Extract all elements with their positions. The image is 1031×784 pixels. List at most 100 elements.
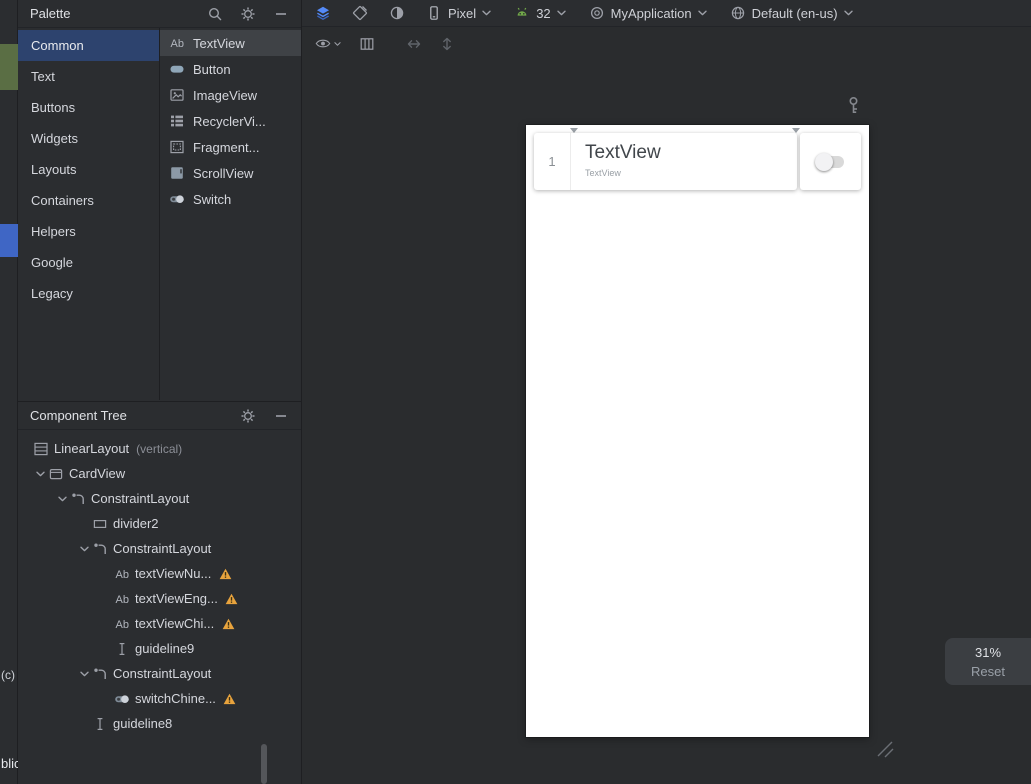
tree-node-constraintlayout[interactable]: ConstraintLayout (18, 661, 301, 686)
textview-icon: Ab (114, 616, 130, 632)
code-fragment: blic (1, 756, 19, 771)
design-main-toolbar: Pixel 32 MyApplication Default (en-us) (302, 0, 1031, 27)
palette-component-switch[interactable]: Switch (160, 186, 301, 212)
palette-title: Palette (30, 6, 71, 21)
tree-node-divider2[interactable]: divider2 (18, 511, 301, 536)
tree-node-guideline8[interactable]: guideline8 (18, 711, 301, 736)
switch-toggle[interactable] (814, 152, 847, 171)
api-level-selector[interactable]: 32 (514, 5, 566, 21)
palette-category-legacy[interactable]: Legacy (18, 278, 159, 309)
tree-node-label: textViewEng... (135, 591, 218, 606)
component-tree-header: Component Tree (18, 402, 301, 430)
android-icon (514, 5, 530, 21)
tree-node-switchchine[interactable]: switchChine... (18, 686, 301, 711)
imageview-icon (169, 87, 185, 103)
blueprint-mode-icon[interactable] (352, 5, 368, 21)
svg-text:Ab: Ab (116, 594, 129, 606)
chevron-down-icon[interactable] (77, 666, 92, 682)
theme-mode-icon[interactable] (389, 5, 405, 21)
locale-selector[interactable]: Default (en-us) (730, 5, 853, 21)
preview-textview-title[interactable]: TextView (585, 142, 661, 164)
swap-horizontal-icon (406, 36, 422, 52)
design-mode-icon[interactable] (315, 5, 331, 21)
editor-left-strip: (c) blic (0, 0, 19, 784)
swap-horizontal-button[interactable] (406, 36, 422, 52)
palette-category-containers[interactable]: Containers (18, 185, 159, 216)
minimize-icon[interactable] (273, 6, 289, 22)
textview-icon: Ab (169, 35, 185, 51)
tree-node-textviewchi[interactable]: Ab textViewChi... (18, 611, 301, 636)
tree-node-label: CardView (69, 466, 126, 481)
search-icon[interactable] (207, 6, 223, 22)
palette-category-layouts[interactable]: Layouts (18, 154, 159, 185)
preview-textview-subtitle[interactable]: TextView (585, 168, 661, 178)
view-options-button[interactable] (315, 36, 342, 52)
stripe-marker-blue (0, 224, 18, 257)
palette-category-common[interactable]: Common (18, 30, 159, 61)
palette-component-textview[interactable]: Ab TextView (160, 30, 301, 56)
palette-category-text[interactable]: Text (18, 61, 159, 92)
palette-category-helpers[interactable]: Helpers (18, 216, 159, 247)
tree-node-label: ConstraintLayout (113, 666, 212, 681)
tree-node-textvieweng[interactable]: Ab textViewEng... (18, 586, 301, 611)
palette-component-imageview[interactable]: ImageView (160, 82, 301, 108)
scrollbar-thumb[interactable] (261, 744, 267, 784)
switch-icon (169, 191, 185, 207)
chevron-down-icon[interactable] (77, 541, 92, 557)
palette-category-widgets[interactable]: Widgets (18, 123, 159, 154)
tree-node-constraintlayout[interactable]: ConstraintLayout (18, 486, 301, 511)
warning-icon (222, 691, 238, 707)
device-preview-canvas[interactable]: 1 TextView TextView (526, 125, 869, 737)
component-label: TextView (193, 35, 245, 51)
tree-node-linearlayout[interactable]: LinearLayout (vertical) (18, 436, 301, 461)
device-selector[interactable]: Pixel (426, 5, 491, 21)
palette-component-scrollview[interactable]: ScrollView (160, 160, 301, 186)
tree-node-cardview[interactable]: CardView (18, 461, 301, 486)
textview-icon: Ab (114, 591, 130, 607)
chevron-down-icon (334, 41, 341, 46)
palette-component-recyclervi[interactable]: RecyclerVi... (160, 108, 301, 134)
component-label: Fragment... (193, 139, 260, 155)
split-view-button[interactable] (359, 36, 375, 52)
switch-card[interactable] (800, 133, 861, 190)
theme-selector[interactable]: MyApplication (589, 5, 707, 21)
palette-component-list: Ab TextView Button ImageView RecyclerVi... Fr… (160, 28, 301, 400)
fragment-icon (169, 139, 185, 155)
palette-category-buttons[interactable]: Buttons (18, 92, 159, 123)
palette-component-fragment[interactable]: Fragment... (160, 134, 301, 160)
tree-node-guideline9[interactable]: guideline9 (18, 636, 301, 661)
minimize-icon[interactable] (273, 408, 289, 424)
gear-icon[interactable] (240, 408, 256, 424)
view-icon (92, 516, 108, 532)
component-label: ImageView (193, 87, 258, 103)
scrollview-icon (169, 165, 185, 181)
constraintlayout-icon (70, 491, 86, 507)
stripe-marker-green (0, 44, 18, 90)
zoom-reset-button[interactable]: Reset (945, 662, 1031, 681)
svg-text:Ab: Ab (116, 569, 129, 581)
api-level-label: 32 (536, 5, 551, 21)
gear-icon[interactable] (240, 6, 256, 22)
list-item-card[interactable]: 1 TextView TextView (534, 133, 797, 190)
palette-component-button[interactable]: Button (160, 56, 301, 82)
render-key-icon[interactable] (847, 96, 860, 115)
chevron-down-icon[interactable] (33, 466, 48, 482)
tree-node-constraintlayout[interactable]: ConstraintLayout (18, 536, 301, 561)
tree-node-label: switchChine... (135, 691, 216, 706)
canvas-resize-handle[interactable] (874, 738, 896, 760)
component-label: RecyclerVi... (193, 113, 266, 129)
tree-node-label: LinearLayout (54, 441, 130, 456)
palette-category-list: Common Text Buttons Widgets Layouts Container… (18, 28, 160, 400)
warning-icon (217, 566, 233, 582)
guideline-icon (114, 641, 130, 657)
tree-node-textviewnu[interactable]: Ab textViewNu... (18, 561, 301, 586)
guideline-icon (92, 716, 108, 732)
swap-vertical-button[interactable] (439, 36, 455, 52)
chevron-down-icon[interactable] (55, 491, 70, 507)
palette-category-google[interactable]: Google (18, 247, 159, 278)
